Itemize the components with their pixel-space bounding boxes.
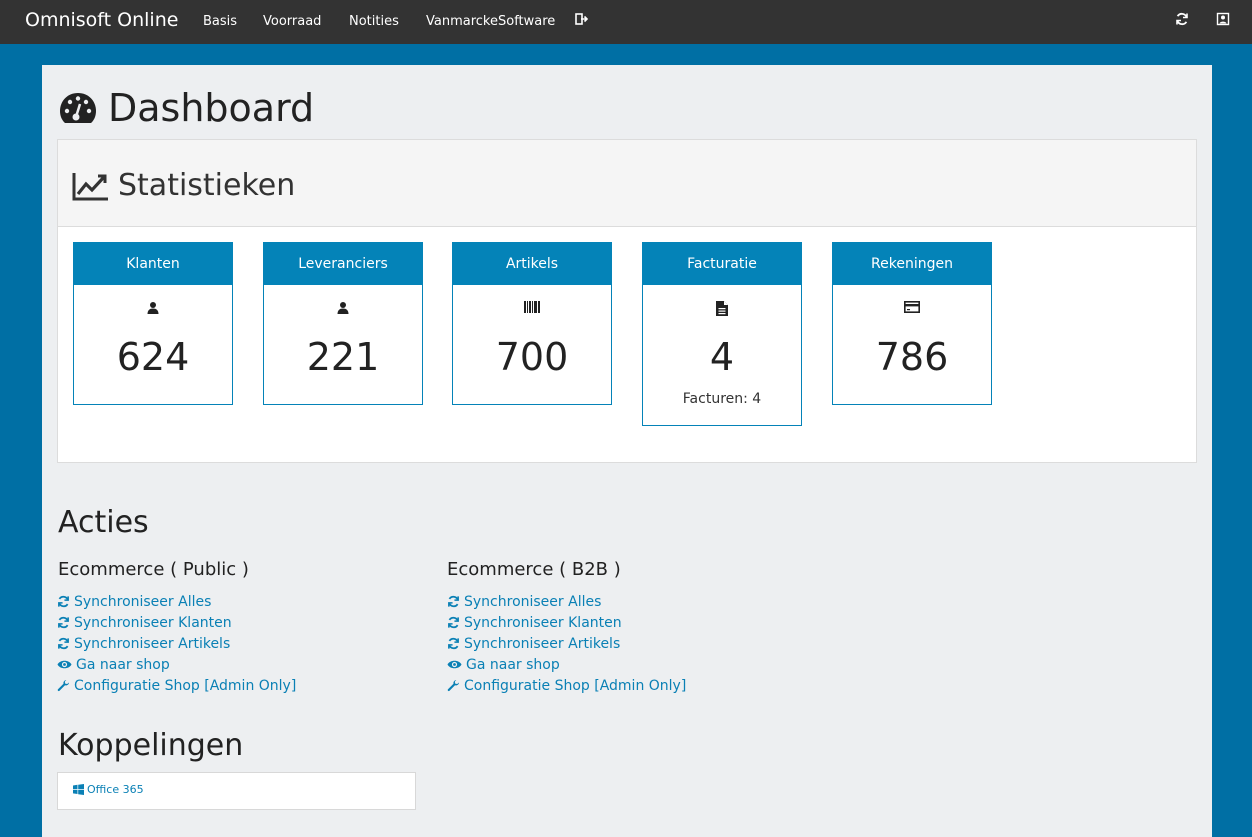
nav-voorraad[interactable]: Voorraad [263, 14, 321, 29]
refresh-icon [448, 616, 459, 629]
nav-notities[interactable]: Notities [349, 14, 399, 29]
link-label: Ga naar shop [466, 656, 560, 673]
nav-basis[interactable]: Basis [203, 14, 237, 29]
stat-card-label: Rekeningen [833, 243, 991, 285]
office365-label: Office 365 [87, 783, 144, 796]
ecommerce-public-title: Ecommerce ( Public ) [58, 559, 249, 580]
config-shop-link[interactable]: Configuratie Shop [Admin Only] [57, 675, 296, 696]
statistics-title: Statistieken [72, 168, 295, 203]
ecommerce-b2b-title: Ecommerce ( B2B ) [447, 559, 621, 580]
koppelingen-box: Office 365 [57, 772, 416, 810]
statistics-panel-heading: Statistieken [58, 140, 1196, 227]
windows-icon [73, 784, 84, 795]
link-label: Ga naar shop [76, 656, 170, 673]
link-label: Synchroniseer Klanten [464, 614, 622, 631]
eye-icon [57, 660, 72, 669]
config-shop-link[interactable]: Configuratie Shop [Admin Only] [447, 675, 686, 696]
sync-artikels-link[interactable]: Synchroniseer Artikels [57, 633, 296, 654]
credit-card-icon [833, 301, 991, 317]
stat-card-label: Klanten [74, 243, 232, 285]
link-label: Synchroniseer Artikels [464, 635, 621, 652]
stat-card-label: Leveranciers [264, 243, 422, 285]
acties-title: Acties [58, 505, 149, 540]
link-label: Synchroniseer Klanten [74, 614, 232, 631]
brand-link[interactable]: Omnisoft Online [25, 9, 178, 31]
refresh-icon [58, 616, 69, 629]
refresh-icon [58, 595, 69, 608]
link-label: Synchroniseer Alles [74, 593, 212, 610]
goto-shop-link[interactable]: Ga naar shop [447, 654, 686, 675]
ecommerce-b2b-links: Synchroniseer Alles Synchroniseer Klante… [447, 591, 686, 696]
stat-card-leveranciers[interactable]: Leveranciers 221 [263, 242, 423, 405]
statistics-panel: Statistieken Klanten 624 Leveranciers 22… [57, 139, 1197, 463]
stat-card-value: 624 [116, 335, 190, 379]
dashboard-icon [60, 93, 96, 123]
wrench-icon [57, 680, 69, 692]
eye-icon [447, 660, 462, 669]
user-settings-icon[interactable] [1216, 11, 1232, 27]
stat-card-klanten[interactable]: Klanten 624 [73, 242, 233, 405]
page-title: Dashboard [58, 83, 314, 133]
user-icon [74, 301, 232, 317]
stat-card-value: 786 [875, 335, 949, 379]
link-label: Synchroniseer Artikels [74, 635, 231, 652]
statistics-title-text: Statistieken [118, 168, 296, 203]
stat-card-value: 700 [495, 335, 569, 379]
top-navbar: Omnisoft Online Basis Voorraad Notities … [0, 0, 1252, 44]
barcode-icon [453, 301, 611, 317]
sync-klanten-link[interactable]: Synchroniseer Klanten [447, 612, 686, 633]
sync-all-link[interactable]: Synchroniseer Alles [57, 591, 296, 612]
main-container: Dashboard Statistieken Klanten 624 Lever… [42, 65, 1212, 837]
stat-card-artikels[interactable]: Artikels 700 [452, 242, 612, 405]
stat-card-label: Facturatie [643, 243, 801, 285]
user-icon [264, 301, 422, 317]
sync-artikels-link[interactable]: Synchroniseer Artikels [447, 633, 686, 654]
link-label: Configuratie Shop [Admin Only] [464, 677, 687, 694]
refresh-icon[interactable] [1175, 11, 1191, 27]
wrench-icon [447, 680, 459, 692]
koppelingen-title: Koppelingen [58, 728, 244, 763]
stat-card-label: Artikels [453, 243, 611, 285]
page-title-text: Dashboard [108, 86, 315, 130]
link-label: Configuratie Shop [Admin Only] [74, 677, 297, 694]
office365-link[interactable]: Office 365 [73, 783, 144, 796]
stat-card-value: 221 [306, 335, 380, 379]
refresh-icon [448, 637, 459, 650]
file-icon [643, 301, 801, 317]
refresh-icon [58, 637, 69, 650]
sync-all-link[interactable]: Synchroniseer Alles [447, 591, 686, 612]
logout-icon[interactable] [575, 11, 591, 27]
stat-card-rekeningen[interactable]: Rekeningen 786 [832, 242, 992, 405]
stat-card-facturatie[interactable]: Facturatie 4 Facturen: 4 [642, 242, 802, 426]
ecommerce-public-links: Synchroniseer Alles Synchroniseer Klante… [57, 591, 296, 696]
stat-card-subtext: Facturen: 4 [682, 391, 762, 407]
refresh-icon [448, 595, 459, 608]
nav-vanmarckesoftware[interactable]: VanmarckeSoftware [426, 14, 555, 29]
goto-shop-link[interactable]: Ga naar shop [57, 654, 296, 675]
link-label: Synchroniseer Alles [464, 593, 602, 610]
stat-card-value: 4 [709, 335, 735, 379]
sync-klanten-link[interactable]: Synchroniseer Klanten [57, 612, 296, 633]
line-chart-icon [72, 172, 108, 200]
